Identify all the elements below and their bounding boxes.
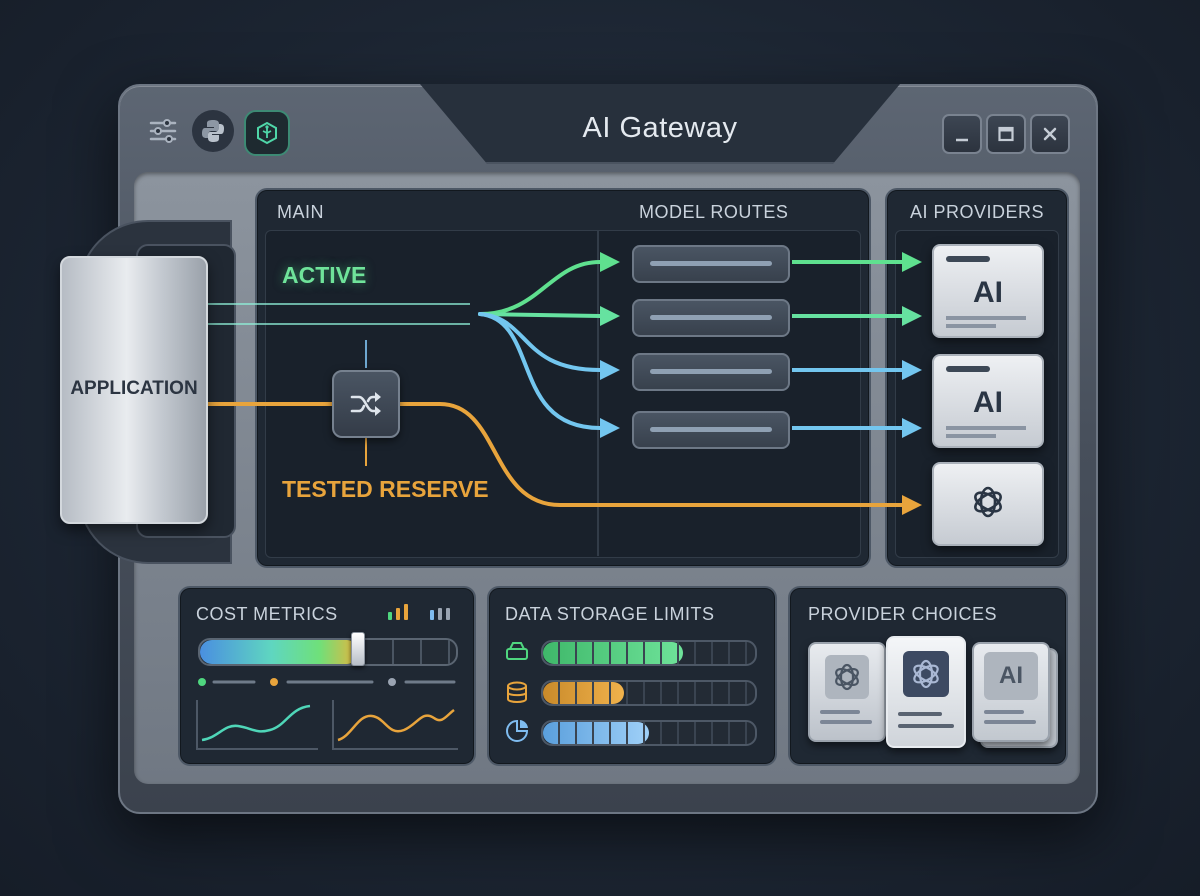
model-route-2[interactable] xyxy=(632,299,790,337)
cost-slider-handle[interactable] xyxy=(350,632,365,666)
application-label: APPLICATION xyxy=(70,378,198,399)
active-label: ACTIVE xyxy=(282,262,367,288)
card-footer-line xyxy=(946,316,1026,320)
card-header-line xyxy=(946,366,990,372)
cost-slider-fill xyxy=(200,640,359,664)
card-footer-line xyxy=(946,426,1026,430)
model-route-3[interactable] xyxy=(632,353,790,391)
teal-sparkline xyxy=(201,704,311,742)
ai-badge: AI xyxy=(984,652,1038,700)
cost-metrics-title: COST METRICS xyxy=(196,604,338,624)
provider-choice-3[interactable]: AI xyxy=(972,642,1050,742)
openai-logo-icon xyxy=(825,655,869,699)
model-route-1[interactable] xyxy=(632,245,790,283)
sparkline-box-1 xyxy=(196,700,318,750)
legend-row xyxy=(198,678,456,686)
application-block[interactable]: APPLICATION xyxy=(60,256,208,524)
model-route-4[interactable] xyxy=(632,411,790,449)
card-line xyxy=(898,712,942,716)
route-line-1 xyxy=(478,260,602,316)
route-line-4 xyxy=(478,312,602,430)
provider-choice-1[interactable] xyxy=(808,642,886,742)
cost-metrics-panel: COST METRICS xyxy=(178,586,476,766)
data-storage-panel: DATA STORAGE LIMITS xyxy=(487,586,777,766)
sparkline-box-2 xyxy=(332,700,458,750)
bar-segments xyxy=(543,642,755,664)
provider-arrowheads xyxy=(902,252,922,438)
pie-chart-icon xyxy=(506,719,529,742)
shuffle-icon xyxy=(350,392,381,416)
ai-text-icon: AI xyxy=(973,276,1003,309)
provider-card-2[interactable]: AI xyxy=(932,354,1044,448)
card-line xyxy=(820,710,860,714)
bar-segments xyxy=(543,722,755,744)
provider-choice-2[interactable] xyxy=(886,636,966,748)
signal-bars-icon xyxy=(388,604,450,620)
storage-bar-2 xyxy=(541,680,757,706)
route-line-2 xyxy=(478,312,602,318)
drive-icon xyxy=(506,642,528,660)
openai-logo-icon xyxy=(974,486,1002,518)
route-arrowheads xyxy=(600,252,620,438)
slider-ticks xyxy=(366,640,456,664)
card-line xyxy=(898,724,954,728)
reserve-arrowhead xyxy=(902,495,922,515)
data-storage-title: DATA STORAGE LIMITS xyxy=(505,604,715,624)
storage-bar-1 xyxy=(541,640,757,666)
card-line xyxy=(984,710,1024,714)
ai-text-icon: AI xyxy=(973,386,1003,419)
database-icon xyxy=(507,681,527,703)
provider-card-3[interactable] xyxy=(932,462,1044,546)
provider-choices-title: PROVIDER CHOICES xyxy=(808,604,998,624)
storage-bar-3 xyxy=(541,720,757,746)
shuffle-node[interactable] xyxy=(332,370,400,438)
provider-card-1[interactable]: AI xyxy=(932,244,1044,338)
card-footer-line xyxy=(946,324,996,328)
card-footer-line xyxy=(946,434,996,438)
card-header-line xyxy=(946,256,990,262)
card-line xyxy=(984,720,1036,724)
provider-choices-panel: PROVIDER CHOICES AI xyxy=(788,586,1068,766)
cost-slider-track[interactable] xyxy=(198,638,458,666)
tested-reserve-label: TESTED RESERVE xyxy=(282,476,489,502)
ai-text-icon: AI xyxy=(999,662,1023,689)
openai-logo-icon xyxy=(903,651,949,697)
bar-segments xyxy=(543,682,755,704)
card-line xyxy=(820,720,872,724)
amber-sparkline xyxy=(337,709,455,742)
